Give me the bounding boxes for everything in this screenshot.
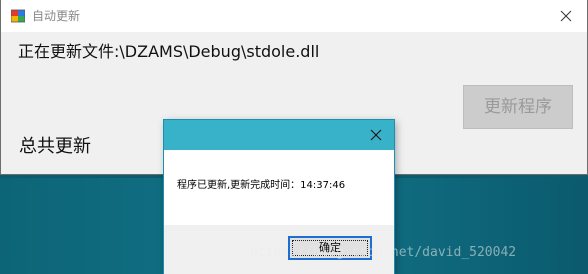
window-titlebar[interactable]: 自动更新 bbox=[1, 0, 587, 32]
update-program-button[interactable]: 更新程序 bbox=[463, 85, 573, 129]
dialog-footer: 确定 bbox=[164, 225, 394, 274]
close-icon bbox=[370, 129, 382, 141]
desktop-background: 自动更新 正在更新文件:\DZAMS\Debug\stdole.dll 更新程序… bbox=[0, 0, 588, 274]
dialog-message: 程序已更新,更新完成时间：14:37:46 bbox=[177, 180, 346, 191]
window-title: 自动更新 bbox=[32, 9, 81, 23]
dialog-close-button[interactable] bbox=[364, 124, 388, 146]
app-icon bbox=[11, 9, 25, 23]
ok-button[interactable]: 确定 bbox=[288, 236, 372, 260]
dialog-titlebar[interactable] bbox=[164, 120, 394, 150]
focus-indicator bbox=[292, 240, 368, 256]
current-file-label: 正在更新文件:\DZAMS\Debug\stdole.dll bbox=[18, 42, 320, 61]
message-dialog: 程序已更新,更新完成时间：14:37:46 确定 bbox=[164, 120, 394, 274]
window-close-button[interactable] bbox=[553, 5, 579, 27]
close-icon bbox=[560, 10, 572, 22]
total-updates-label: 总共更新 bbox=[19, 136, 91, 157]
